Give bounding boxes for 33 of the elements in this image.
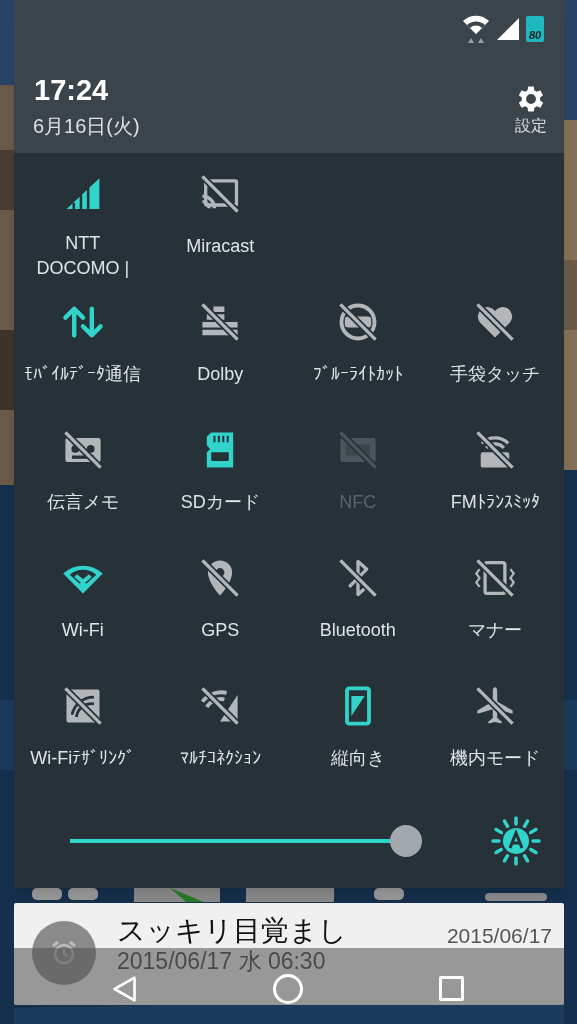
notification-text: 2015/06/17 水 06:30	[117, 950, 326, 973]
quick-setting-tile[interactable]: 伝言メモ	[14, 409, 152, 537]
notification-date: 2015/06/17	[446, 925, 552, 946]
recents-button[interactable]	[439, 976, 464, 1001]
quick-setting-tile[interactable]: 縦向き	[289, 665, 427, 793]
settings-button[interactable]: 設定	[514, 82, 548, 134]
quick-setting-tile[interactable]: GPS	[151, 537, 289, 665]
signal-icon	[496, 17, 520, 41]
quick-setting-tile[interactable]: SDカード	[151, 409, 289, 537]
clock-time: 17:24	[34, 76, 109, 105]
notification-title: スッキリ目覚まし	[117, 917, 347, 945]
quick-setting-tile[interactable]: Wi-Fiﾃｻﾞﾘﾝｸﾞ	[14, 665, 152, 793]
quick-setting-tile[interactable]: マナー	[426, 537, 564, 665]
phone-icon	[473, 556, 518, 600]
quick-setting-tile[interactable]: Wi-Fi	[14, 537, 152, 665]
quick-setting-tile[interactable]: FMﾄﾗﾝｽﾐｯﾀ	[426, 409, 564, 537]
wifi-icon	[462, 14, 490, 44]
battery-level: 80	[528, 30, 542, 41]
quick-setting-tile[interactable]: ﾏﾙﾁｺﾈｸｼｮﾝ	[151, 665, 289, 793]
quick-setting-tile[interactable]: Miracast	[151, 153, 289, 281]
quick-setting-tile[interactable]: ﾌﾞﾙｰﾗｲﾄｶｯﾄ	[289, 281, 427, 409]
date-text: 6月16日(火)	[33, 116, 140, 136]
quick-setting-tile[interactable]: ﾓﾊﾞｲﾙﾃﾞｰﾀ通信	[14, 281, 152, 409]
home-button[interactable]	[273, 974, 303, 1004]
quick-setting-tile[interactable]: Bluetooth	[289, 537, 427, 665]
quick-setting-tile[interactable]: 手袋タッチ	[426, 281, 564, 409]
brightness-slider[interactable]	[70, 824, 420, 857]
auto-brightness-icon[interactable]	[490, 814, 542, 867]
quick-setting-tile[interactable]: 機内モード	[426, 665, 564, 793]
quick-setting-tile[interactable]: NTT DOCOMO |	[14, 153, 152, 281]
notification-card[interactable]: スッキリ目覚まし 2015/06/17 2015/06/17 水 06:30	[14, 903, 564, 1005]
quick-setting-tile[interactable]: Dolby	[151, 281, 289, 409]
back-button[interactable]	[111, 974, 139, 1004]
